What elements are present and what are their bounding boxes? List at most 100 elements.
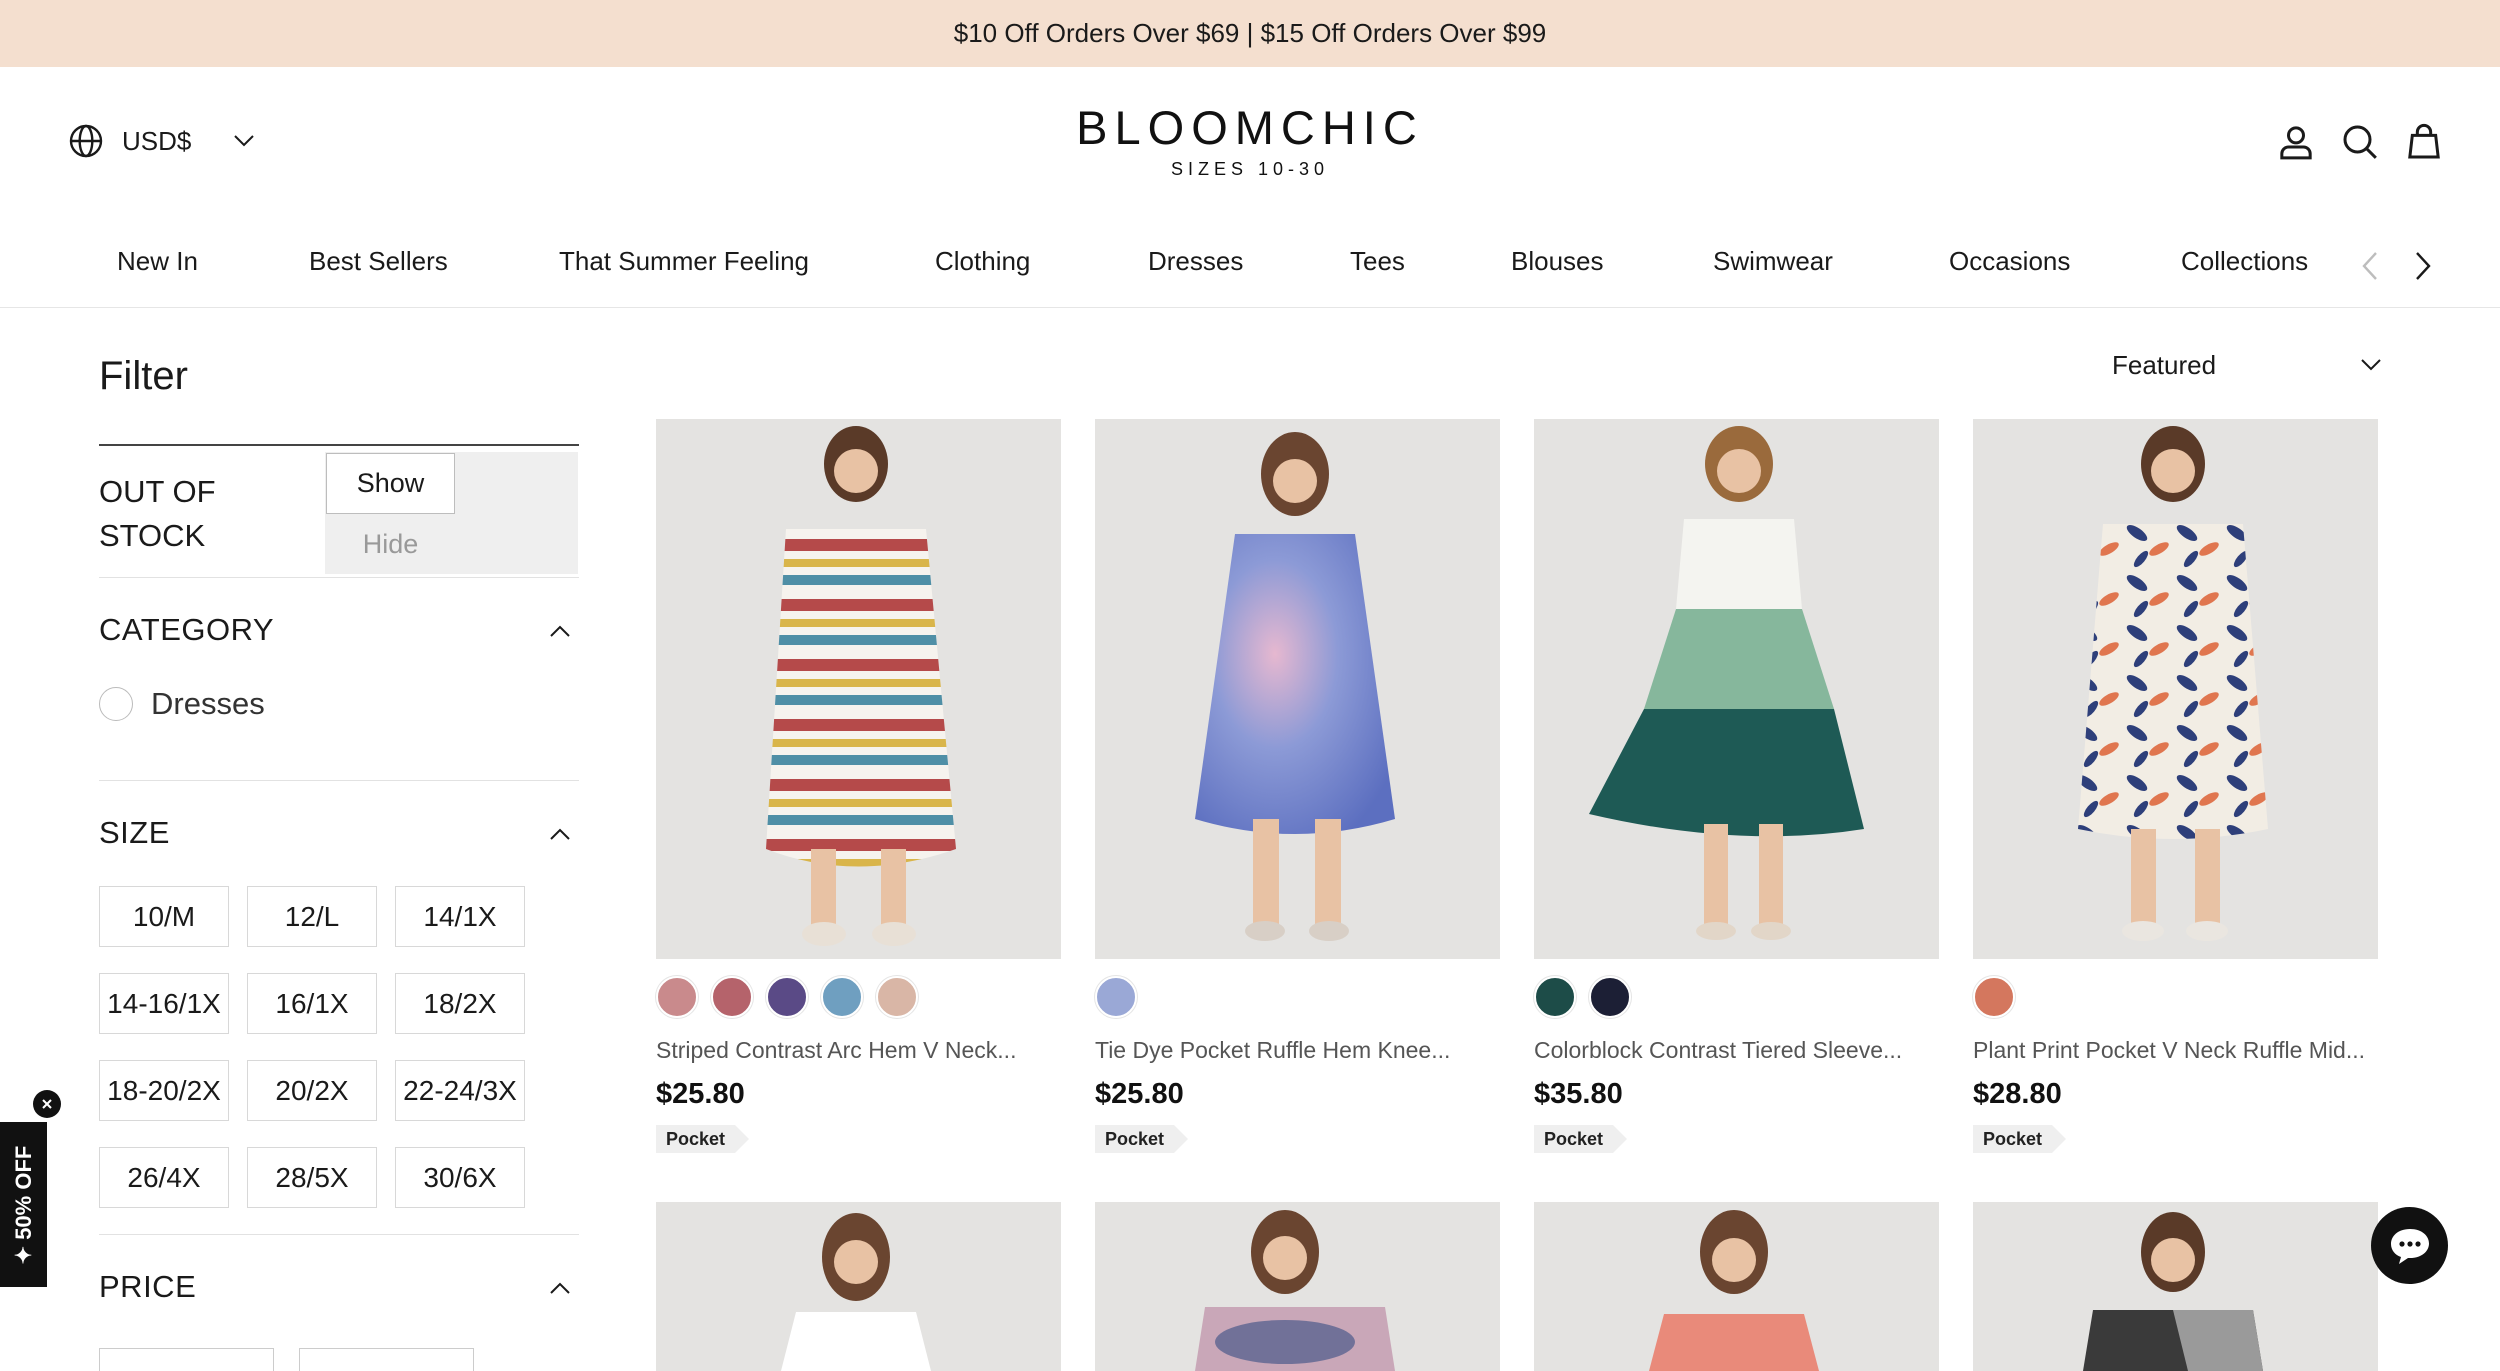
model-figure	[781, 1213, 931, 1371]
product-card[interactable]: Colorblock Contrast Tiered Sleeve... $35…	[1534, 419, 1939, 1153]
chat-icon	[2390, 1228, 2429, 1264]
nav-item-clothing[interactable]: Clothing	[935, 246, 1030, 277]
radio-button[interactable]	[99, 687, 133, 721]
model-figure	[1649, 1210, 1819, 1371]
category-option-label: Dresses	[151, 686, 265, 721]
sort-label: Featured	[2112, 349, 2217, 380]
chevron-up-icon[interactable]	[549, 827, 571, 841]
model-figure	[2083, 1212, 2263, 1371]
header-actions	[2252, 122, 2444, 162]
price-title[interactable]: PRICE	[99, 1269, 196, 1305]
chat-button[interactable]	[2371, 1207, 2448, 1284]
product-price: $25.80	[656, 1078, 745, 1110]
product-tag: Pocket	[1095, 1125, 1189, 1153]
product-image[interactable]	[656, 1202, 1061, 1371]
chevron-up-icon[interactable]	[549, 1281, 571, 1295]
nav-item-new-in[interactable]: New In	[117, 246, 198, 277]
chevron-down-icon	[234, 135, 255, 147]
price-min-input[interactable]	[99, 1348, 274, 1371]
product-name[interactable]: Plant Print Pocket V Neck Ruffle Mid...	[1973, 1037, 2378, 1064]
color-swatch[interactable]	[1973, 976, 2015, 1018]
size-option[interactable]: 22-24/3X	[395, 1060, 525, 1121]
size-option[interactable]: 14-16/1X	[99, 973, 229, 1034]
search-icon[interactable]	[2340, 122, 2380, 162]
color-swatch[interactable]	[656, 976, 698, 1018]
bag-icon[interactable]	[2404, 122, 2444, 162]
divider	[99, 1234, 579, 1235]
currency-selector[interactable]: USD$	[68, 120, 255, 162]
product-image[interactable]	[1095, 419, 1500, 959]
product-price: $35.80	[1534, 1078, 1623, 1110]
product-image[interactable]	[1973, 419, 2378, 959]
promo-banner[interactable]: $10 Off Orders Over $69 | $15 Off Orders…	[0, 0, 2500, 67]
size-option[interactable]: 18-20/2X	[99, 1060, 229, 1121]
nav-item-tees[interactable]: Tees	[1350, 246, 1405, 277]
product-image[interactable]	[656, 419, 1061, 959]
product-image[interactable]	[1534, 1202, 1939, 1371]
product-name[interactable]: Tie Dye Pocket Ruffle Hem Knee...	[1095, 1037, 1500, 1064]
model-figure	[1195, 432, 1395, 941]
chevron-down-icon	[2361, 359, 2381, 371]
model-figure	[1589, 426, 1864, 940]
color-swatch[interactable]	[1534, 976, 1576, 1018]
out-of-stock-toggle: Show Hide	[325, 452, 578, 574]
product-image[interactable]	[1534, 419, 1939, 959]
size-option[interactable]: 16/1X	[247, 973, 377, 1034]
price-max-input[interactable]	[299, 1348, 474, 1371]
product-image[interactable]	[1973, 1202, 2378, 1371]
size-option[interactable]: 26/4X	[99, 1147, 229, 1208]
size-grid: 10/M 12/L 14/1X 14-16/1X 16/1X 18/2X 18-…	[99, 886, 539, 1208]
color-swatches	[656, 976, 1061, 1018]
size-option[interactable]: 18/2X	[395, 973, 525, 1034]
product-card[interactable]: Plant Print Pocket V Neck Ruffle Mid... …	[1973, 419, 2378, 1153]
logo-brand: BLOOMCHIC	[1076, 101, 1424, 154]
nav-item-collections[interactable]: Collections	[2181, 246, 2308, 277]
color-swatch[interactable]	[1589, 976, 1631, 1018]
logo-tagline: SIZES 10-30	[1170, 159, 1330, 179]
account-icon[interactable]	[2276, 122, 2316, 162]
category-title[interactable]: CATEGORY	[99, 612, 274, 648]
product-card[interactable]: Striped Contrast Arc Hem V Neck... $25.8…	[656, 419, 1061, 1153]
color-swatch[interactable]	[766, 976, 808, 1018]
nav-item-blouses[interactable]: Blouses	[1511, 246, 1604, 277]
nav-prev-icon[interactable]	[2360, 250, 2380, 282]
chevron-up-icon[interactable]	[549, 624, 571, 638]
color-swatches	[1095, 976, 1500, 1018]
close-icon[interactable]	[33, 1090, 61, 1118]
nav-item-best-sellers[interactable]: Best Sellers	[309, 246, 448, 277]
size-option[interactable]: 14/1X	[395, 886, 525, 947]
currency-label: USD$	[122, 125, 192, 156]
product-tag: Pocket	[1534, 1125, 1628, 1153]
nav-item-swimwear[interactable]: Swimwear	[1713, 246, 1833, 277]
divider	[99, 577, 579, 578]
product-name[interactable]: Striped Contrast Arc Hem V Neck...	[656, 1037, 1061, 1064]
color-swatch[interactable]	[876, 976, 918, 1018]
discount-badge[interactable]: ✦ 50% OFF	[0, 1122, 47, 1287]
size-option[interactable]: 10/M	[99, 886, 229, 947]
nav-item-occasions[interactable]: Occasions	[1949, 246, 2070, 277]
site-logo[interactable]: BLOOMCHIC SIZES 10-30	[1000, 100, 1500, 180]
size-option[interactable]: 28/5X	[247, 1147, 377, 1208]
product-tag: Pocket	[656, 1125, 750, 1153]
globe-icon	[69, 124, 103, 158]
color-swatch[interactable]	[821, 976, 863, 1018]
nav-item-dresses[interactable]: Dresses	[1148, 246, 1243, 277]
product-name[interactable]: Colorblock Contrast Tiered Sleeve...	[1534, 1037, 1939, 1064]
show-option[interactable]: Show	[326, 453, 455, 514]
sort-dropdown[interactable]: Featured	[2112, 345, 2382, 385]
color-swatch[interactable]	[1095, 976, 1137, 1018]
color-swatch[interactable]	[711, 976, 753, 1018]
size-option[interactable]: 30/6X	[395, 1147, 525, 1208]
size-option[interactable]: 20/2X	[247, 1060, 377, 1121]
divider	[99, 780, 579, 781]
product-price: $28.80	[1973, 1078, 2062, 1110]
size-option[interactable]: 12/L	[247, 886, 377, 947]
hide-option[interactable]: Hide	[326, 516, 455, 572]
nav-item-that-summer-feeling[interactable]: That Summer Feeling	[559, 246, 809, 277]
size-title[interactable]: SIZE	[99, 815, 170, 851]
product-image[interactable]	[1095, 1202, 1500, 1371]
nav-next-icon[interactable]	[2413, 250, 2433, 282]
product-card[interactable]: Tie Dye Pocket Ruffle Hem Knee... $25.80…	[1095, 419, 1500, 1153]
product-price: $25.80	[1095, 1078, 1184, 1110]
category-option-dresses[interactable]: Dresses	[99, 686, 265, 722]
